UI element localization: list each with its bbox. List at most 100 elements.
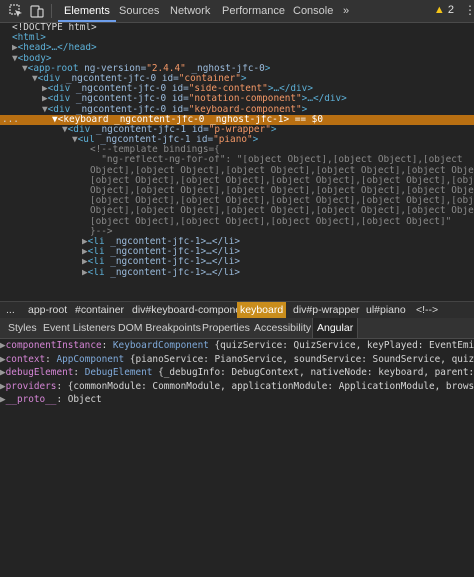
selected-marker: > == $0	[283, 114, 323, 125]
attr-value: "keyboard-component"	[188, 104, 302, 115]
attr-value: "side-content"	[188, 84, 268, 95]
breadcrumb-comment[interactable]: <!-->	[416, 302, 438, 318]
breadcrumb-ellipsis[interactable]: ...	[6, 302, 15, 318]
property-type: DebugElement	[84, 367, 153, 379]
dom-node-p-wrapper[interactable]: ▼<div _ngcontent-jfc-1 id="p-wrapper">	[0, 125, 474, 135]
attr-name: _nghost-jfc-0	[191, 63, 265, 74]
html-tag: <html>	[12, 33, 46, 44]
comment-line: "ng-reflect-ng-for-of": "[object Object]…	[90, 155, 463, 166]
tab-event-listeners[interactable]: Event Listeners	[43, 318, 115, 338]
property-type: AppComponent	[56, 353, 125, 365]
inspect-element-icon[interactable]	[9, 4, 23, 18]
property-key: debugElement	[5, 367, 74, 379]
dom-node-html[interactable]: <html>	[0, 33, 474, 43]
dom-node-doctype[interactable]: <!DOCTYPE html>	[0, 23, 474, 33]
tag-close: >…</div>	[301, 94, 347, 105]
keyboard-tag: keyboard	[63, 114, 109, 125]
dom-node-body[interactable]: ▼<body>	[0, 54, 474, 64]
body-tag: <body>	[17, 53, 52, 64]
comment-line: Object],[object Object],[object Object],…	[90, 186, 474, 196]
tag-close: >…</div>	[267, 84, 313, 95]
dom-node-side-content[interactable]: ▶<div _ngcontent-jfc-0 id="side-content"…	[0, 84, 474, 94]
breadcrumb-keyboard[interactable]: keyboard	[237, 302, 287, 318]
attr-name: ng-version	[84, 63, 141, 74]
comment-line: }-->	[90, 226, 113, 237]
attr-value: "notation-component"	[188, 94, 302, 105]
toolbar-divider	[51, 4, 52, 18]
dom-node-li[interactable]: ▶<li _ngcontent-jfc-1>…</li>	[0, 268, 474, 278]
attr-value: "container"	[178, 73, 241, 84]
dom-node-keyboard-component[interactable]: ▼<div _ngcontent-jfc-0 id="keyboard-comp…	[0, 105, 474, 115]
tab-properties[interactable]: Properties	[202, 318, 250, 338]
property-key: __proto__	[5, 394, 57, 406]
property-row[interactable]: ▶componentInstance: KeyboardComponent {q…	[0, 339, 474, 353]
dom-node-piano[interactable]: ▼<ul _ngcontent-jfc-1 id="piano">	[0, 135, 474, 145]
menu-kebab-icon[interactable]: ⋮	[464, 3, 474, 17]
dom-node-app-root[interactable]: ▼<app-root ng-version="2.4.4" _nghost-jf…	[0, 64, 474, 74]
tag-close: >	[301, 104, 308, 115]
dom-node-container[interactable]: ▼<div _ngcontent-jfc-0 id="container">	[0, 74, 474, 84]
comment-line: Object],[object Object],[object Object],…	[90, 206, 474, 217]
attr-name: _ngcontent-jfc-1 id=	[95, 124, 209, 135]
tab-elements[interactable]: Elements	[58, 0, 116, 22]
angular-properties: ▶componentInstance: KeyboardComponent {q…	[0, 339, 474, 407]
dom-tree: <!DOCTYPE html> <html> ▶<head>…</head> ▼…	[0, 23, 474, 300]
attr-value: "piano"	[213, 135, 253, 146]
property-row[interactable]: ▶providers: {commonModule: CommonModule,…	[0, 380, 474, 394]
dom-node-notation[interactable]: ▶<div _ngcontent-jfc-0 id="notation-comp…	[0, 94, 474, 104]
property-row[interactable]: ▶debugElement: DebugElement {_debugInfo:…	[0, 366, 474, 380]
property-value: {commonModule: CommonModule, application…	[67, 380, 474, 392]
comment-line: [object Object],[object Object],[object …	[90, 175, 474, 186]
property-value: Object	[67, 394, 102, 406]
tab-angular[interactable]: Angular	[312, 318, 359, 338]
li-attrs: _ngcontent-jfc-1>…</li>	[110, 267, 241, 278]
tab-performance[interactable]: Performance	[222, 0, 285, 22]
tab-sources[interactable]: Sources	[119, 0, 159, 22]
device-toolbar-icon[interactable]	[30, 4, 44, 18]
warning-icon: ▲	[433, 4, 445, 16]
warning-count: 2	[447, 4, 454, 16]
property-value: {_debugInfo: DebugContext, nativeNode: k…	[158, 367, 474, 379]
property-key: providers	[5, 380, 57, 392]
tab-console[interactable]: Console	[293, 0, 333, 22]
comment-line: <!--template bindings={	[90, 145, 220, 156]
li-attrs: _ngcontent-jfc-1>…</li>	[110, 247, 241, 258]
property-value: {pianoService: PianoService, soundServic…	[129, 353, 474, 365]
warnings-badge[interactable]: ▲ 2	[434, 4, 454, 16]
attr-name: _ngcontent-jfc-0 id=	[65, 73, 179, 84]
breadcrumb-piano[interactable]: ul#piano	[366, 302, 406, 318]
tab-dom-breakpoints[interactable]: DOM Breakpoints	[118, 318, 201, 338]
property-value: {quizService: QuizService, keyPlayed: Ev…	[214, 340, 474, 351]
property-row[interactable]: ▶__proto__: Object	[0, 393, 474, 407]
attr-name: _ngcontent-jfc-0 _nghost-jfc-1	[114, 114, 284, 125]
app-root-tag: app-root	[33, 63, 79, 74]
property-type: KeyboardComponent	[112, 340, 209, 351]
doctype-text: <!DOCTYPE html>	[12, 23, 97, 33]
tab-network[interactable]: Network	[170, 0, 210, 22]
property-row[interactable]: ▶context: AppComponent {pianoService: Pi…	[0, 353, 474, 367]
li-attrs: _ngcontent-jfc-1>…</li>	[110, 257, 241, 268]
property-key: componentInstance	[5, 340, 102, 351]
more-tabs-button[interactable]: »	[343, 0, 349, 22]
comment-line: Object],[object Object],[object Object],…	[90, 165, 474, 176]
attr-name: _ngcontent-jfc-1 id=	[100, 135, 214, 146]
sidebar-tabs: Styles Event Listeners DOM Breakpoints P…	[0, 318, 474, 339]
tab-styles[interactable]: Styles	[8, 318, 37, 338]
breadcrumb-keyboard-component[interactable]: div#keyboard-component	[132, 302, 250, 318]
breadcrumb-app-root[interactable]: app-root	[28, 302, 67, 318]
dom-node-keyboard-selected[interactable]: ... ▼<keyboard _ngcontent-jfc-0 _nghost-j…	[0, 114, 474, 125]
attr-value: "2.4.4"	[146, 63, 186, 74]
devtools-toolbar: Elements Sources Network Performance Con…	[0, 0, 474, 23]
dom-node-li[interactable]: ▶<li _ngcontent-jfc-1>…</li>	[0, 237, 474, 247]
breadcrumb-container[interactable]: #container	[75, 302, 124, 318]
li-attrs: _ngcontent-jfc-1>…</li>	[110, 236, 241, 247]
node-actions-button[interactable]: ...	[2, 115, 19, 125]
dom-node-head[interactable]: ▶<head>…</head>	[0, 43, 474, 53]
breadcrumb-p-wrapper[interactable]: div#p-wrapper	[293, 302, 360, 318]
comment-line: [object Object],[object Object],[object …	[90, 196, 474, 207]
dom-node-li[interactable]: ▶<li _ngcontent-jfc-1>…</li>	[0, 257, 474, 267]
attr-value: "p-wrapper"	[208, 124, 271, 135]
tab-accessibility[interactable]: Accessibility	[254, 318, 311, 338]
dom-node-li[interactable]: ▶<li _ngcontent-jfc-1>…</li>	[0, 247, 474, 257]
breadcrumb: ... app-root #container div#keyboard-com…	[0, 301, 474, 319]
